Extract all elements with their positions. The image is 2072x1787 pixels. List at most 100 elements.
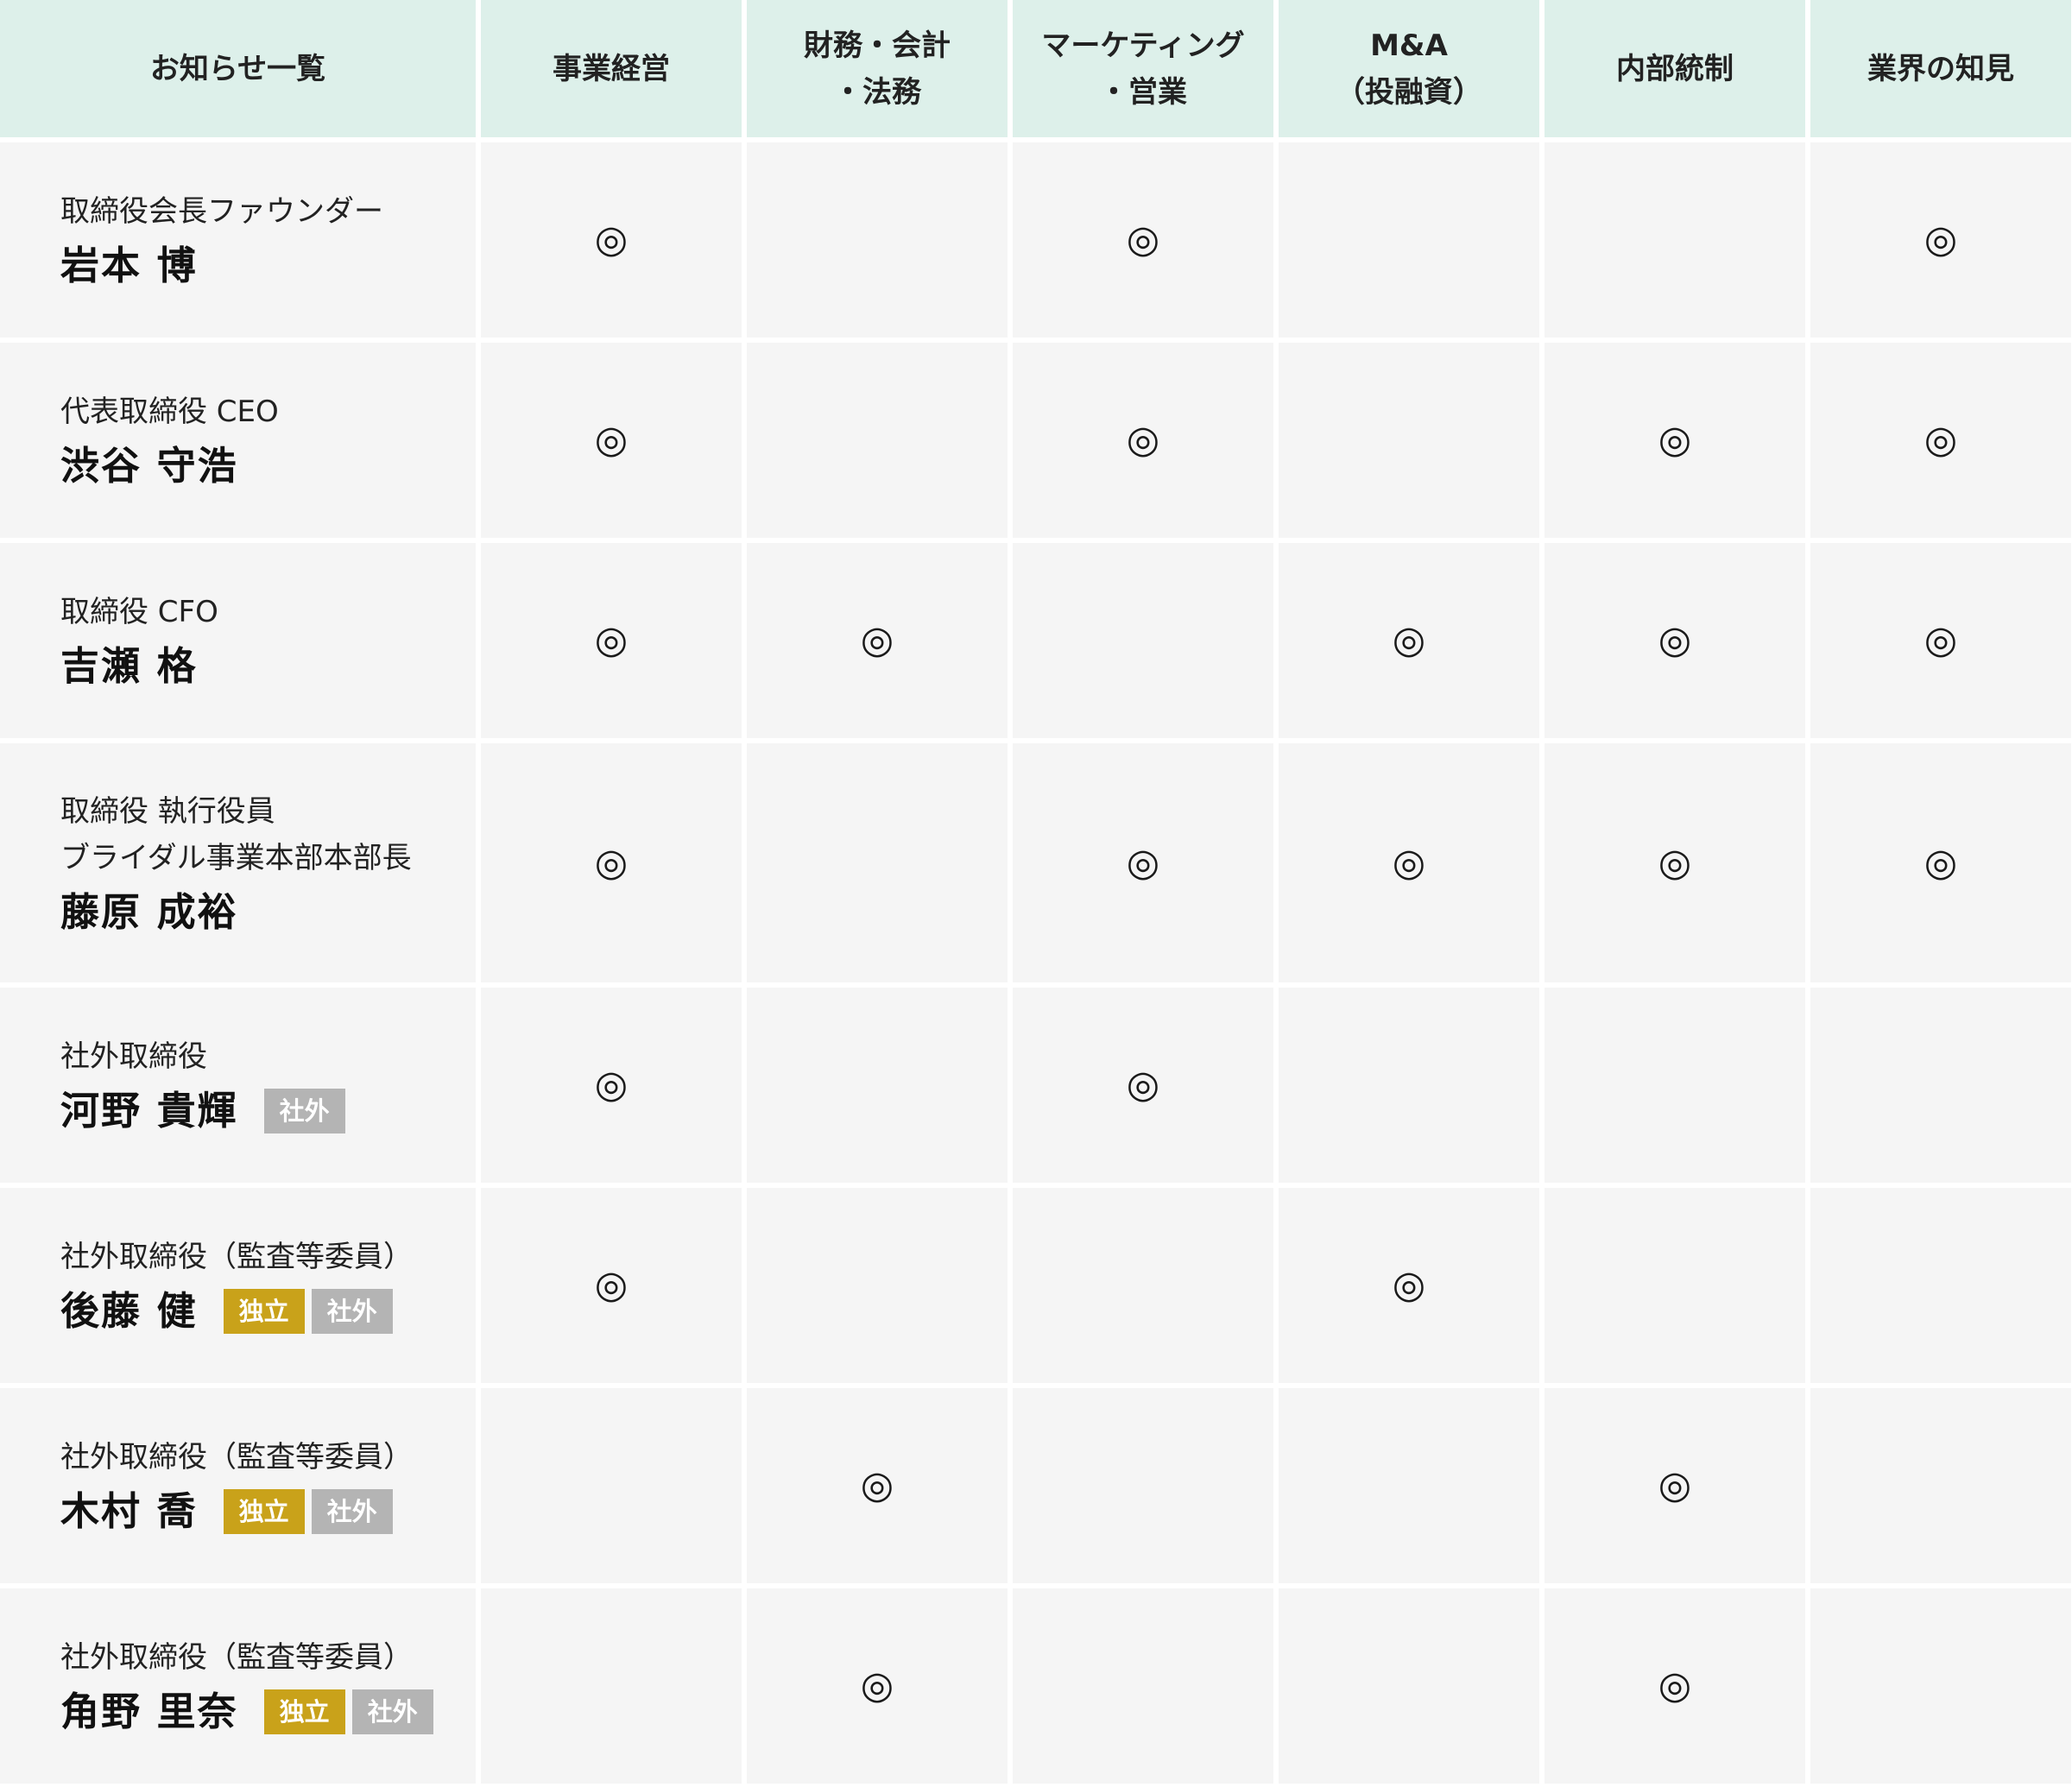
skill-cell — [747, 1188, 1008, 1383]
member-info: 取締役 CFO 吉瀬 格 — [60, 589, 218, 692]
skill-cell: ◎ — [1810, 743, 2071, 982]
double-circle-mark: ◎ — [860, 1463, 894, 1507]
member-name: 渋谷 守浩 — [60, 443, 238, 489]
header-cell-industry-knowledge: 業界の知見 — [1810, 0, 2071, 137]
member-info: 社外取締役（監査等委員） 木村 喬独立 社外 — [60, 1434, 413, 1538]
member-name-row: 角野 里奈 独立 社外 — [60, 1686, 440, 1738]
double-circle-mark: ◎ — [594, 218, 629, 262]
skill-cell — [747, 743, 1008, 982]
double-circle-mark: ◎ — [1126, 218, 1160, 262]
skill-cell: ◎ — [1545, 743, 1805, 982]
member-title: 取締役 執行役員 ブライダル事業本部本部長 — [60, 793, 412, 875]
member-name-row: 河野 貴輝 社外 — [60, 1085, 352, 1137]
double-circle-mark: ◎ — [1924, 218, 1958, 262]
skill-cell: ◎ — [1013, 142, 1273, 338]
skill-cell: ◎ — [1810, 543, 2071, 738]
skill-cell: ◎ — [747, 1588, 1008, 1784]
header-cell-internal-control: 内部統制 — [1545, 0, 1805, 137]
skill-cell: ◎ — [1279, 543, 1539, 738]
member-badges: 独立 社外 — [263, 1689, 440, 1734]
skill-cell — [481, 1588, 742, 1784]
double-circle-mark: ◎ — [1658, 840, 1692, 885]
double-circle-mark: ◎ — [1126, 840, 1160, 885]
member-info: 社外取締役（監査等委員） 角野 里奈 独立 社外 — [60, 1634, 440, 1738]
double-circle-mark: ◎ — [594, 418, 629, 462]
header-label: 事業経営 — [553, 51, 670, 86]
member-name: 後藤 健 — [60, 1288, 198, 1334]
member-cell: 社外取締役（監査等委員） 木村 喬独立 社外 — [0, 1388, 476, 1583]
member-cell: 取締役 執行役員 ブライダル事業本部本部長藤原 成裕 — [0, 743, 476, 982]
skill-cell — [1013, 1588, 1273, 1784]
double-circle-mark: ◎ — [594, 1063, 629, 1107]
double-circle-mark: ◎ — [594, 840, 629, 885]
skills-matrix-table: お知らせ一覧 事業経営 財務・会計 ・法務 マーケティング ・営業 M&A （投… — [0, 0, 2072, 1784]
skill-cell: ◎ — [1545, 1388, 1805, 1583]
skill-cell: ◎ — [481, 343, 742, 538]
header-cell-marketing-sales: マーケティング ・営業 — [1013, 0, 1273, 137]
member-info: 社外取締役（監査等委員） 後藤 健独立 社外 — [60, 1234, 413, 1337]
header-label: 業界の知見 — [1867, 51, 2014, 86]
double-circle-mark: ◎ — [1126, 1063, 1160, 1107]
member-title: 取締役 CFO — [60, 595, 218, 629]
double-circle-mark: ◎ — [1658, 618, 1692, 662]
double-circle-mark: ◎ — [1924, 418, 1958, 462]
header-cell-finance-legal: 財務・会計 ・法務 — [747, 0, 1008, 137]
skill-cell — [1279, 1588, 1539, 1784]
double-circle-mark: ◎ — [860, 618, 894, 662]
skill-cell — [1545, 988, 1805, 1183]
skill-cell — [1810, 988, 2071, 1183]
skill-cell: ◎ — [481, 543, 742, 738]
skill-cell: ◎ — [1810, 343, 2071, 538]
double-circle-mark: ◎ — [1658, 1463, 1692, 1507]
member-name: 吉瀬 格 — [60, 643, 198, 689]
double-circle-mark: ◎ — [1658, 418, 1692, 462]
skill-cell — [1810, 1588, 2071, 1784]
skill-cell — [747, 142, 1008, 338]
member-title: 代表取締役 CEO — [60, 395, 279, 429]
member-name: 藤原 成裕 — [60, 888, 238, 935]
external-badge: 社外 — [311, 1489, 393, 1534]
member-badges: 社外 — [263, 1089, 352, 1133]
member-info: 代表取締役 CEO 渋谷 守浩 — [60, 388, 279, 492]
skill-cell: ◎ — [1545, 1588, 1805, 1784]
member-info: 取締役会長ファウンダー 岩本 博 — [60, 188, 383, 292]
member-cell: 社外取締役（監査等委員） 角野 里奈 独立 社外 — [0, 1588, 476, 1784]
member-badges: 独立 社外 — [223, 1489, 400, 1534]
header-cell-ma: M&A （投融資） — [1279, 0, 1539, 137]
member-name-row: 渋谷 守浩 — [60, 440, 279, 492]
member-name: 岩本 博 — [60, 243, 198, 288]
skill-cell — [1545, 1188, 1805, 1383]
skill-cell — [1013, 543, 1273, 738]
member-info: 取締役 執行役員 ブライダル事業本部本部長藤原 成裕 — [60, 788, 412, 938]
double-circle-mark: ◎ — [1392, 618, 1426, 662]
skill-cell: ◎ — [1013, 988, 1273, 1183]
member-cell: 取締役 CFO 吉瀬 格 — [0, 543, 476, 738]
double-circle-mark: ◎ — [594, 1263, 629, 1307]
member-badges: 独立 社外 — [223, 1289, 400, 1334]
independent-badge: 独立 — [223, 1489, 305, 1534]
skill-cell — [1279, 343, 1539, 538]
skill-cell: ◎ — [1279, 743, 1539, 982]
member-name: 角野 里奈 — [60, 1689, 238, 1734]
member-name-row: 岩本 博 — [60, 240, 383, 292]
header-label: M&A （投融資） — [1336, 28, 1482, 110]
independent-badge: 独立 — [223, 1289, 305, 1334]
double-circle-mark: ◎ — [1126, 418, 1160, 462]
skill-cell: ◎ — [481, 1188, 742, 1383]
double-circle-mark: ◎ — [1658, 1664, 1692, 1708]
skill-cell: ◎ — [1545, 343, 1805, 538]
member-cell: 取締役会長ファウンダー 岩本 博 — [0, 142, 476, 338]
member-name: 木村 喬 — [60, 1488, 198, 1534]
skill-cell: ◎ — [481, 142, 742, 338]
member-title: 社外取締役（監査等委員） — [60, 1440, 413, 1474]
double-circle-mark: ◎ — [1392, 1263, 1426, 1307]
member-title: 社外取締役 — [60, 1039, 207, 1074]
member-title: 社外取締役（監査等委員） — [60, 1640, 413, 1675]
skill-cell — [481, 1388, 742, 1583]
skill-cell: ◎ — [1013, 743, 1273, 982]
skill-cell: ◎ — [1279, 1188, 1539, 1383]
skill-cell — [1810, 1188, 2071, 1383]
member-name-row: 吉瀬 格 — [60, 641, 218, 692]
skill-cell: ◎ — [481, 743, 742, 982]
member-cell: 代表取締役 CEO 渋谷 守浩 — [0, 343, 476, 538]
